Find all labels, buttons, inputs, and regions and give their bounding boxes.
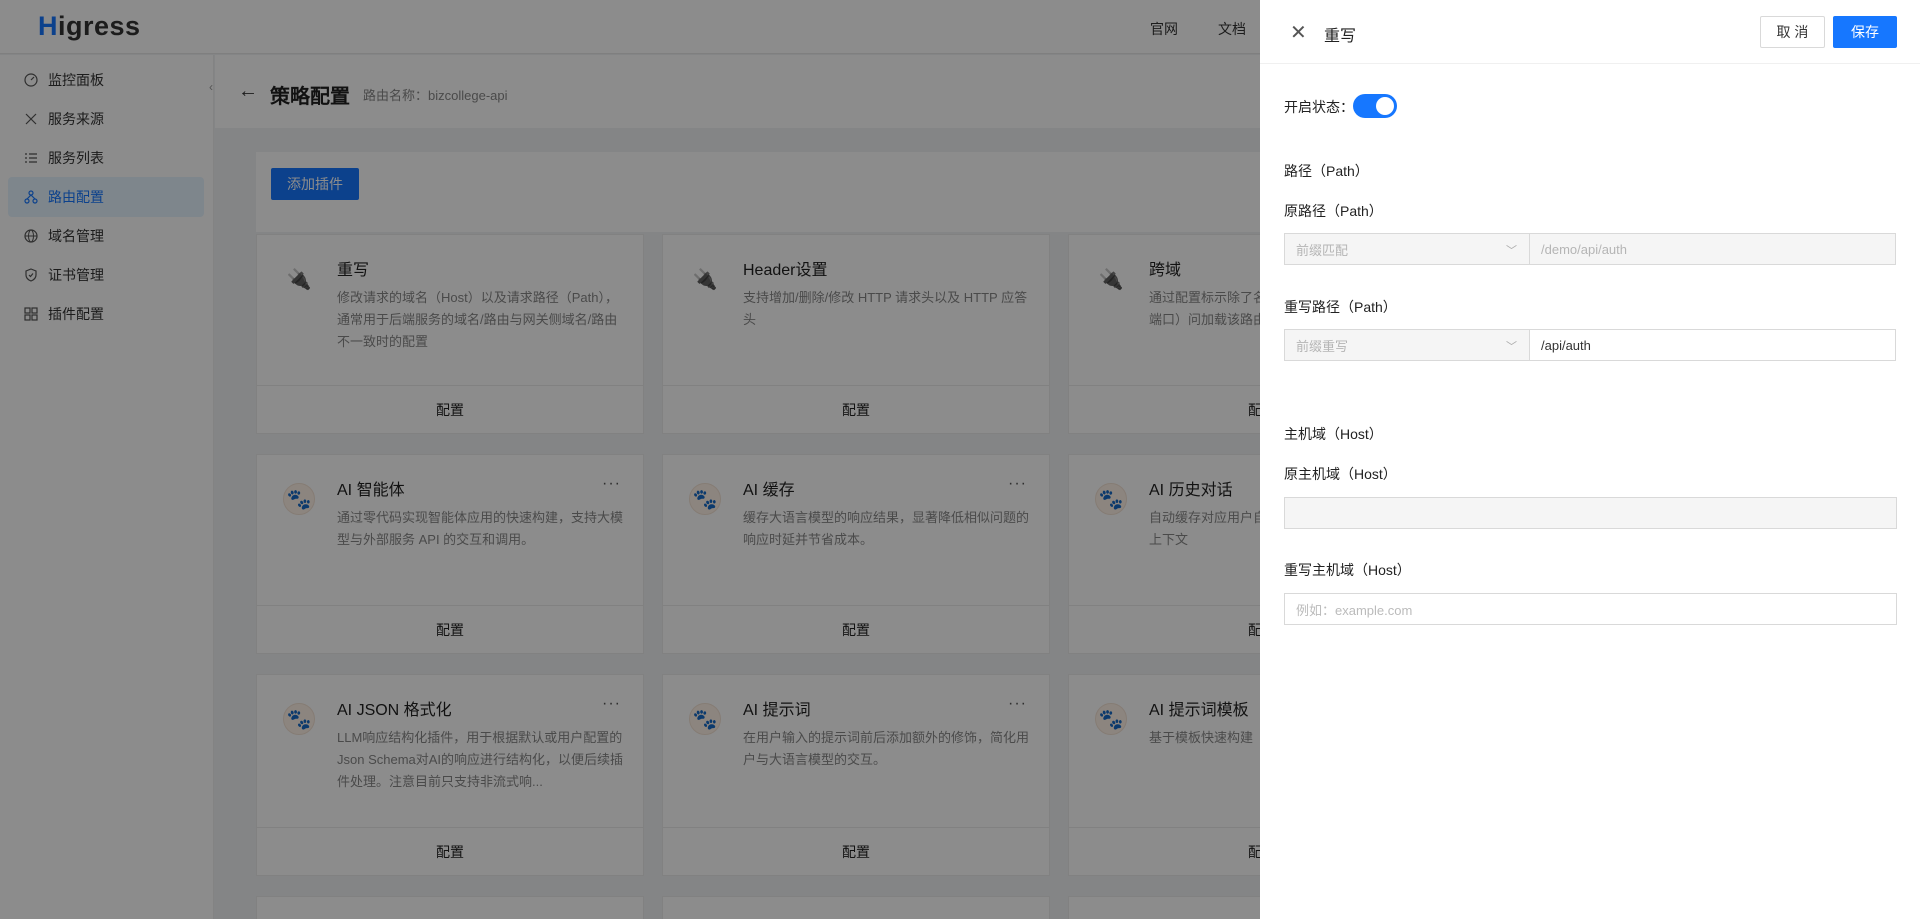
toggle-knob <box>1376 97 1394 115</box>
original-path-match-select[interactable]: 前缀匹配 ﹀ <box>1284 233 1529 265</box>
input-value: /demo/api/auth <box>1541 241 1628 257</box>
rewrite-host-label: 重写主机域（Host） <box>1284 562 1411 578</box>
drawer-title: 重写 <box>1324 28 1357 45</box>
close-icon[interactable]: ✕ <box>1290 20 1307 45</box>
original-path-label: 原路径（Path） <box>1284 203 1383 219</box>
watermark: 掘金技术社区 @ 梦想歌 <box>1635 874 1901 901</box>
enable-toggle[interactable] <box>1353 94 1397 118</box>
rewrite-host-input[interactable]: 例如：example.com <box>1284 593 1897 625</box>
select-value: 前缀匹配 <box>1296 242 1349 258</box>
original-host-input[interactable] <box>1284 497 1897 529</box>
input-placeholder: 例如：example.com <box>1296 602 1413 618</box>
select-value: 前缀重写 <box>1296 338 1349 354</box>
host-section-title: 主机域（Host） <box>1284 426 1383 442</box>
original-host-label: 原主机域（Host） <box>1284 466 1397 482</box>
rewrite-path-mode-select[interactable]: 前缀重写 ﹀ <box>1284 329 1529 361</box>
input-value: /api/auth <box>1541 337 1591 353</box>
rewrite-path-label: 重写路径（Path） <box>1284 299 1397 315</box>
drawer-header: ✕ 重写 取 消 保存 <box>1260 0 1920 64</box>
chevron-down-icon: ﹀ <box>1506 245 1517 257</box>
enable-status-label: 开启状态： <box>1284 99 1354 115</box>
cancel-button[interactable]: 取 消 <box>1760 16 1825 48</box>
rewrite-drawer: ✕ 重写 取 消 保存 开启状态： 路径（Path） 原路径（Path） 前缀匹… <box>1260 0 1920 919</box>
chevron-down-icon: ﹀ <box>1506 341 1517 353</box>
save-button[interactable]: 保存 <box>1833 16 1897 48</box>
rewrite-path-input[interactable]: /api/auth <box>1529 329 1896 361</box>
path-section-title: 路径（Path） <box>1284 163 1369 179</box>
original-path-input[interactable]: /demo/api/auth <box>1529 233 1896 265</box>
